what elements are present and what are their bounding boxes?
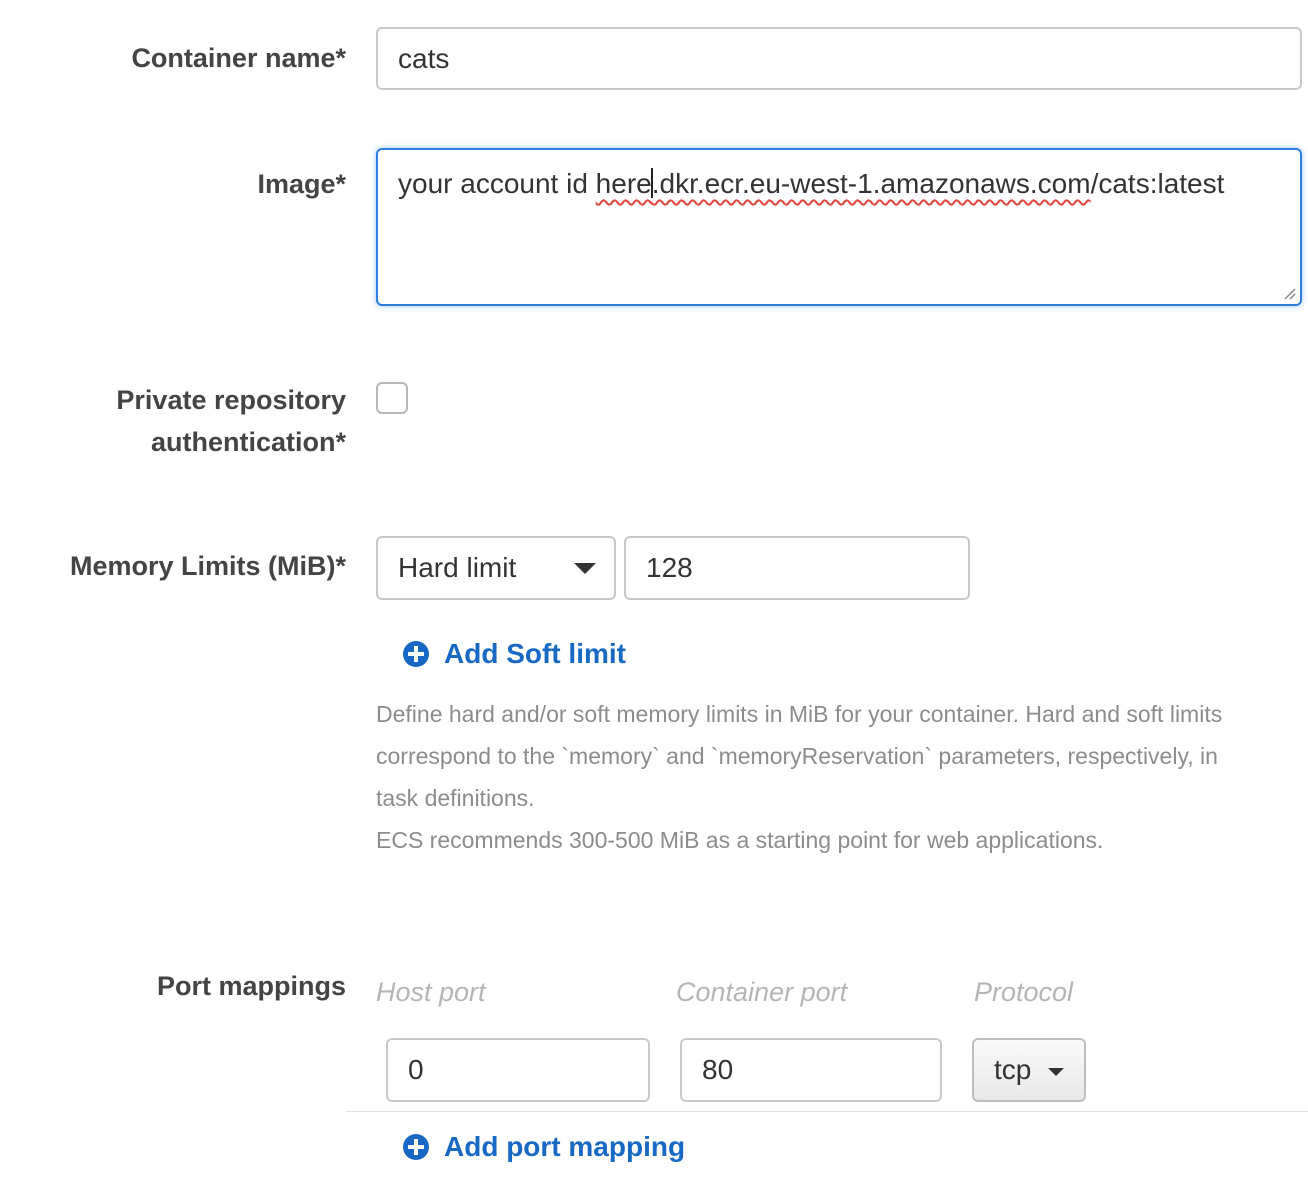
protocol-select[interactable]: tcp (972, 1038, 1086, 1102)
host-port-value: 0 (408, 1054, 424, 1085)
container-name-value: cats (398, 42, 450, 74)
container-port-input[interactable]: 80 (680, 1038, 942, 1102)
add-soft-limit-link[interactable]: Add Soft limit (402, 634, 626, 674)
image-value-misspelled-1: here (595, 168, 652, 199)
memory-help-line4: ECS recommends 300-500 MiB as a starting… (376, 827, 1104, 853)
memory-limit-value: 128 (646, 552, 693, 583)
host-port-header: Host port (376, 977, 486, 1007)
memory-limit-type-value: Hard limit (398, 552, 517, 583)
divider (346, 1111, 1308, 1112)
container-name-input[interactable]: cats (376, 27, 1302, 90)
chevron-down-icon (574, 563, 596, 574)
add-port-mapping-link[interactable]: Add port mapping (402, 1127, 685, 1167)
private-repo-label-line1: Private repository (116, 385, 346, 415)
memory-limit-input[interactable]: 128 (624, 536, 970, 600)
memory-limit-type-select[interactable]: Hard limit (376, 536, 616, 600)
resize-grip-icon[interactable] (1282, 286, 1296, 300)
memory-help-line1: Define hard and/or soft memory limits in… (376, 701, 1223, 727)
memory-limits-label: Memory Limits (MiB)* (69, 551, 346, 581)
container-port-value: 80 (702, 1054, 734, 1085)
plus-circle-icon (403, 641, 429, 667)
plus-circle-icon (403, 1134, 429, 1160)
add-port-mapping-label: Add port mapping (444, 1131, 686, 1162)
image-value-misspelled-2: .dkr.ecr.eu-west-1.amazonaws.com (651, 168, 1091, 199)
image-textarea[interactable]: your account id here.dkr.ecr.eu-west-1.a… (376, 148, 1302, 306)
protocol-header: Protocol (974, 977, 1074, 1007)
add-soft-limit-label: Add Soft limit (444, 638, 626, 669)
port-mappings-label: Port mappings (156, 971, 346, 1001)
image-label: Image* (257, 169, 346, 199)
container-name-label: Container name* (131, 43, 346, 73)
chevron-down-icon (1048, 1068, 1064, 1076)
image-value-prefix: your account id (398, 168, 596, 199)
host-port-input[interactable]: 0 (386, 1038, 650, 1102)
protocol-value: tcp (994, 1054, 1032, 1085)
image-value-suffix: /cats:latest (1090, 168, 1225, 199)
memory-help-line3: task definitions. (376, 785, 535, 811)
memory-help-text: Define hard and/or soft memory limits in… (376, 693, 1296, 861)
container-port-header: Container port (676, 977, 848, 1007)
private-repo-checkbox[interactable] (376, 382, 408, 414)
private-repo-label: Private repository authentication* (116, 379, 346, 463)
private-repo-label-line2: authentication* (150, 427, 346, 457)
memory-help-line2: correspond to the `memory` and `memoryRe… (376, 743, 1218, 769)
